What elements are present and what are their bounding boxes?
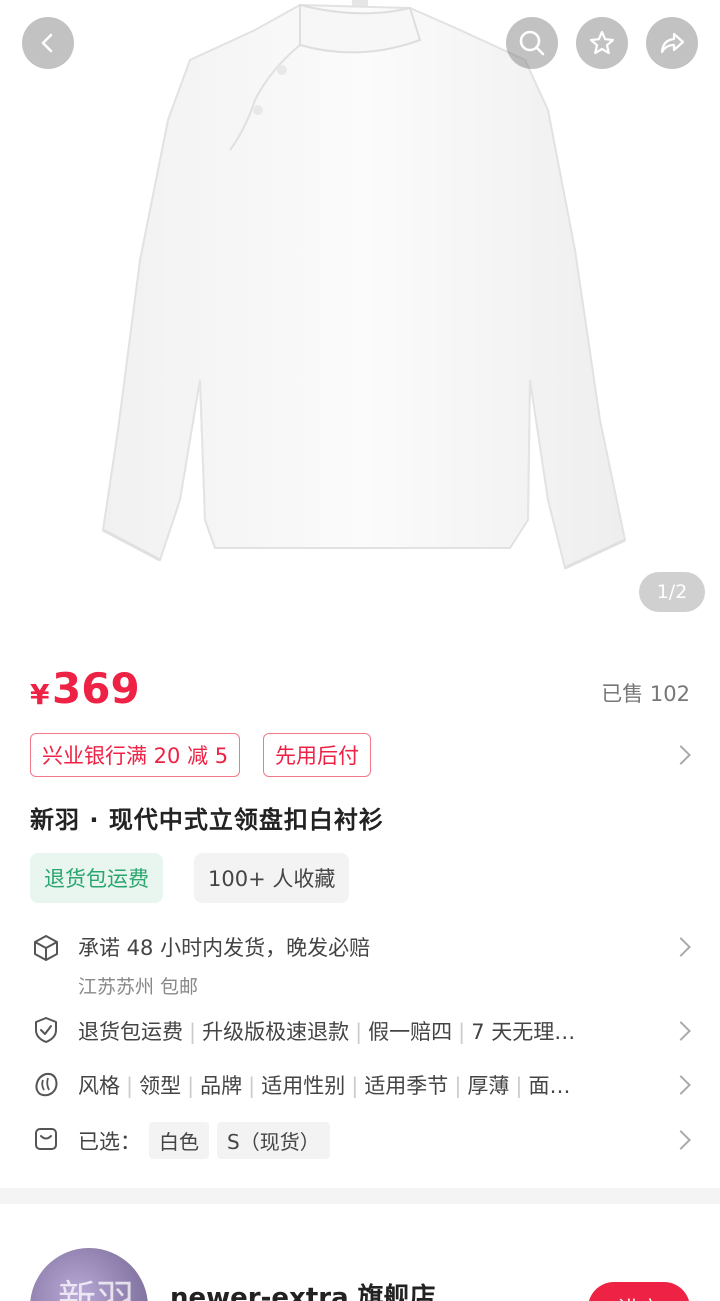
share-button[interactable] [646,17,698,69]
chevron-right-icon [671,1075,691,1095]
guarantee-row[interactable]: 退货包运费 | 升级版极速退款 | 假一赔四 | 7 天无理… [30,1012,691,1048]
promo-tag-bank[interactable]: 兴业银行满 20 减 5 [30,733,241,777]
product-image-gallery[interactable]: 1/2 [0,0,720,640]
selected-color-chip: 白色 [149,1122,209,1159]
badge-favorites-count: 100+ 人收藏 [194,853,350,903]
chevron-right-icon [671,937,691,957]
chevron-right-icon [671,1130,691,1150]
selected-label: 已选： [78,1130,141,1154]
params-row[interactable]: 风格 | 领型 | 品牌 | 适用性别 | 适用季节 | 厚薄 | 面… [30,1066,691,1102]
shield-check-icon [35,1017,57,1043]
section-divider [0,1188,720,1204]
search-button[interactable] [506,17,558,69]
shop-avatar-text: 新羽 [58,1277,135,1301]
back-icon [41,33,53,53]
star-icon [589,30,615,55]
shop-avatar[interactable]: 新羽 [30,1248,148,1301]
guarantee-item: 7 天无理… [471,1020,576,1044]
enter-shop-button[interactable]: 进店 [588,1282,690,1301]
guarantee-item: 退货包运费 [78,1020,183,1044]
package-icon [34,935,58,961]
guarantee-item: 升级版极速退款 [202,1020,350,1044]
price-row: ¥ 369 已售 102 [30,660,690,720]
shop-name[interactable]: newer-extra 旗舰店 [170,1277,436,1301]
shipping-row[interactable]: 承诺 48 小时内发货，晚发必赔 江苏苏州 包邮 [30,930,691,1000]
selected-size-chip: S（现货） [217,1122,330,1159]
param-item: 品牌 [200,1074,243,1098]
param-item: 风格 [78,1074,120,1098]
badge-free-return: 退货包运费 [30,853,163,903]
sold-count: 已售 102 [601,682,690,706]
fabric-icon [35,1072,58,1097]
promo-row[interactable]: 兴业银行满 20 减 5 先用后付 [30,733,691,777]
promo-tag-pay-later[interactable]: 先用后付 [263,733,371,777]
guarantee-item: 假一赔四 [368,1020,453,1044]
currency-symbol: ¥ [30,678,50,711]
favorite-button[interactable] [576,17,628,69]
price-value: 369 [52,664,140,713]
chevron-right-icon [671,1021,691,1041]
search-icon [519,30,545,56]
chevron-right-icon [671,745,691,765]
params-list: 风格 | 领型 | 品牌 | 适用性别 | 适用季节 | 厚薄 | 面… [78,1074,571,1098]
shipping-promise: 承诺 48 小时内发货，晚发必赔 [78,936,371,960]
bag-icon [35,1128,57,1150]
param-item: 领型 [139,1074,182,1098]
guarantee-list: 退货包运费 | 升级版极速退款 | 假一赔四 | 7 天无理… [78,1020,576,1044]
shop-section[interactable]: 新羽 newer-extra 旗舰店 进店 [0,1204,720,1301]
selected-options-row[interactable]: 已选： 白色 S（现货） [30,1118,691,1160]
back-button[interactable] [22,17,74,69]
product-title: 新羽 · 现代中式立领盘扣白衬衫 [30,806,384,834]
shipping-origin: 江苏苏州 包邮 [78,976,199,998]
product-image-shirt [101,0,627,570]
selected-options: 已选： 白色 S（现货） [78,1122,330,1159]
param-item: 面… [528,1074,571,1098]
param-item: 适用性别 [261,1074,346,1098]
param-item: 适用季节 [364,1074,449,1098]
share-icon [660,32,685,54]
param-item: 厚薄 [467,1074,510,1098]
image-page-indicator: 1/2 [639,572,705,612]
